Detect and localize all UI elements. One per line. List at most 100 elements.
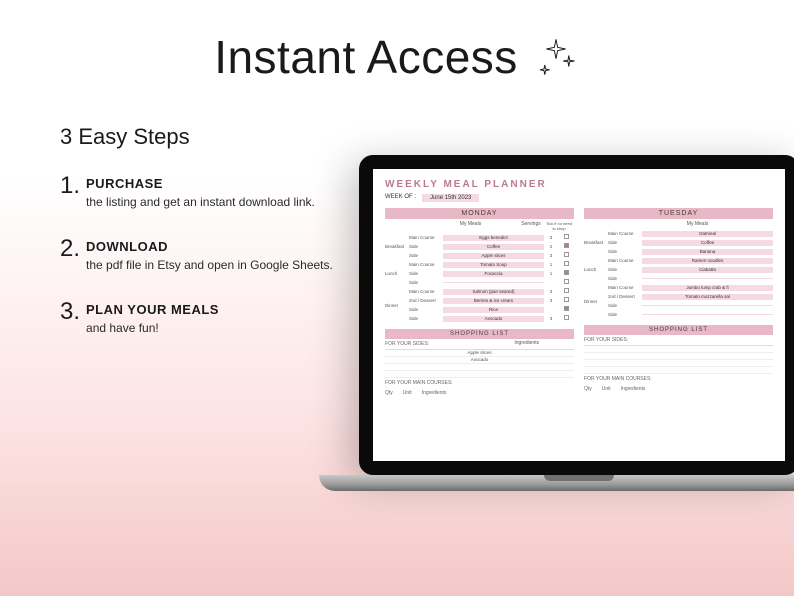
step-number: 3.: [60, 300, 80, 337]
course-label: Side: [409, 253, 443, 258]
serving-value: 1: [544, 262, 558, 267]
step-heading: PLAN YOUR MEALS: [86, 302, 219, 317]
meal-item: Tomato Soup: [443, 262, 544, 268]
serving-value: 1: [544, 271, 558, 276]
day-header: MONDAY: [385, 208, 574, 219]
ing-label: Ingredients: [621, 386, 646, 392]
day-header: TUESDAY: [584, 208, 773, 219]
meal-item: [642, 278, 773, 279]
meal-item: Rice: [443, 307, 544, 313]
step-heading: PURCHASE: [86, 176, 315, 191]
meal-item: Banana: [642, 249, 773, 255]
meal-item: Focaccia: [443, 271, 544, 277]
meal-item: Coffee: [642, 240, 773, 246]
course-label: Side: [608, 249, 642, 254]
tick-cell: [558, 279, 574, 286]
laptop-mockup: WEEKLY MEAL PLANNER WEEK OF : June 15th …: [359, 155, 794, 491]
meal-row: SideRice: [409, 305, 574, 314]
meal-row: Main CourseOatmeal: [608, 229, 773, 238]
stars-icon: [532, 33, 580, 81]
course-label: Side: [608, 276, 642, 281]
meal-item: Avocado: [443, 316, 544, 322]
qty-label: Qty: [584, 386, 592, 392]
meal-item: Tomato mozzarella sal: [642, 294, 773, 300]
meal-row: Main CourseRamen noodles: [608, 256, 773, 265]
meal-row: Side: [608, 301, 773, 310]
laptop-base: [319, 475, 794, 491]
course-label: 2nd / Dessert: [409, 298, 443, 303]
step-heading: DOWNLOAD: [86, 239, 333, 254]
shop-sides-label: FOR YOUR SIDES:: [385, 339, 480, 349]
meal-row: SideCoffee: [608, 238, 773, 247]
shop-mains-label: FOR YOUR MAIN COURSES:: [584, 374, 773, 384]
serving-value: 3: [544, 298, 558, 303]
step-number: 2.: [60, 237, 80, 274]
meal-item: Coffee: [443, 244, 544, 250]
course-label: Side: [409, 316, 443, 321]
meal-row: 2nd / DessertBerries & ice cream3: [409, 296, 574, 305]
meal-item: Ramen noodles: [642, 258, 773, 264]
shop-item: [584, 346, 773, 353]
meal-item: Jumbo lump crab & fi: [642, 285, 773, 291]
step-desc: the listing and get an instant download …: [86, 193, 315, 211]
week-value: June 15th 2023: [422, 194, 479, 202]
serving-value: 3: [544, 316, 558, 321]
meal-type-label: Lunch: [584, 256, 608, 283]
meal-group: DinnerMain CourseJumbo lump crab & fi2nd…: [584, 283, 773, 319]
col-my-meals: My Meals: [622, 221, 773, 227]
meal-group: DinnerMain CourseSalmon (pan seared)32nd…: [385, 287, 574, 323]
step-desc: and have fun!: [86, 319, 219, 337]
meal-row: Main CourseJumbo lump crab & fi: [608, 283, 773, 292]
step-desc: the pdf file in Etsy and open in Google …: [86, 256, 333, 274]
course-label: Main Course: [608, 258, 642, 263]
course-label: 2nd / Dessert: [608, 294, 642, 299]
serving-value: 3: [544, 289, 558, 294]
step-3: 3. PLAN YOUR MEALS and have fun!: [60, 300, 340, 337]
unit-label: Unit: [403, 390, 412, 396]
checkbox-icon: [564, 261, 569, 266]
shop-item: [584, 353, 773, 360]
meal-type-label: Breakfast: [584, 229, 608, 256]
meal-item: Eggs benedict: [443, 235, 544, 241]
course-label: Side: [409, 271, 443, 276]
meal-row: Side: [608, 274, 773, 283]
step-number: 1.: [60, 174, 80, 211]
checkbox-icon: [564, 315, 569, 320]
checkbox-icon: [564, 306, 569, 311]
week-row: WEEK OF : June 15th 2023: [385, 194, 773, 202]
course-label: Side: [409, 244, 443, 249]
meal-item: Salmon (pan seared): [443, 289, 544, 295]
laptop-screen: WEEKLY MEAL PLANNER WEEK OF : June 15th …: [359, 155, 794, 475]
course-label: Side: [608, 312, 642, 317]
meal-group: LunchMain CourseRamen noodlesSideCiabatt…: [584, 256, 773, 283]
meal-row: SideCoffee2: [409, 242, 574, 251]
meal-row: Main CourseTomato Soup1: [409, 260, 574, 269]
serving-value: 3: [544, 253, 558, 258]
tick-cell: [558, 243, 574, 250]
checkbox-icon: [564, 297, 569, 302]
meal-item: Berries & ice cream: [443, 298, 544, 304]
tick-cell: [558, 234, 574, 241]
meal-item: Oatmeal: [642, 231, 773, 237]
meal-row: Main CourseSalmon (pan seared)3: [409, 287, 574, 296]
steps-subtitle: 3 Easy Steps: [60, 124, 340, 150]
course-label: Side: [608, 303, 642, 308]
meal-row: SideFocaccia1: [409, 269, 574, 278]
shop-item: Apple slices: [385, 350, 574, 357]
meal-item: Apple slices: [443, 253, 544, 259]
course-label: Side: [409, 280, 443, 285]
meal-type-label: Lunch: [385, 260, 409, 287]
course-label: Side: [409, 307, 443, 312]
shop-ing-label: Ingredients: [480, 339, 575, 349]
tick-cell: [558, 306, 574, 313]
course-label: Main Course: [608, 231, 642, 236]
meal-type-label: Dinner: [385, 287, 409, 323]
planner-title: WEEKLY MEAL PLANNER: [385, 179, 773, 190]
day-column-tuesday: TUESDAY My Meals BreakfastMain CourseOat…: [584, 208, 773, 398]
course-label: Side: [608, 240, 642, 245]
course-label: Main Course: [608, 285, 642, 290]
ing-label: Ingredients: [422, 390, 447, 396]
meal-row: 2nd / DessertTomato mozzarella sal: [608, 292, 773, 301]
shop-item: [385, 371, 574, 378]
checkbox-icon: [564, 270, 569, 275]
